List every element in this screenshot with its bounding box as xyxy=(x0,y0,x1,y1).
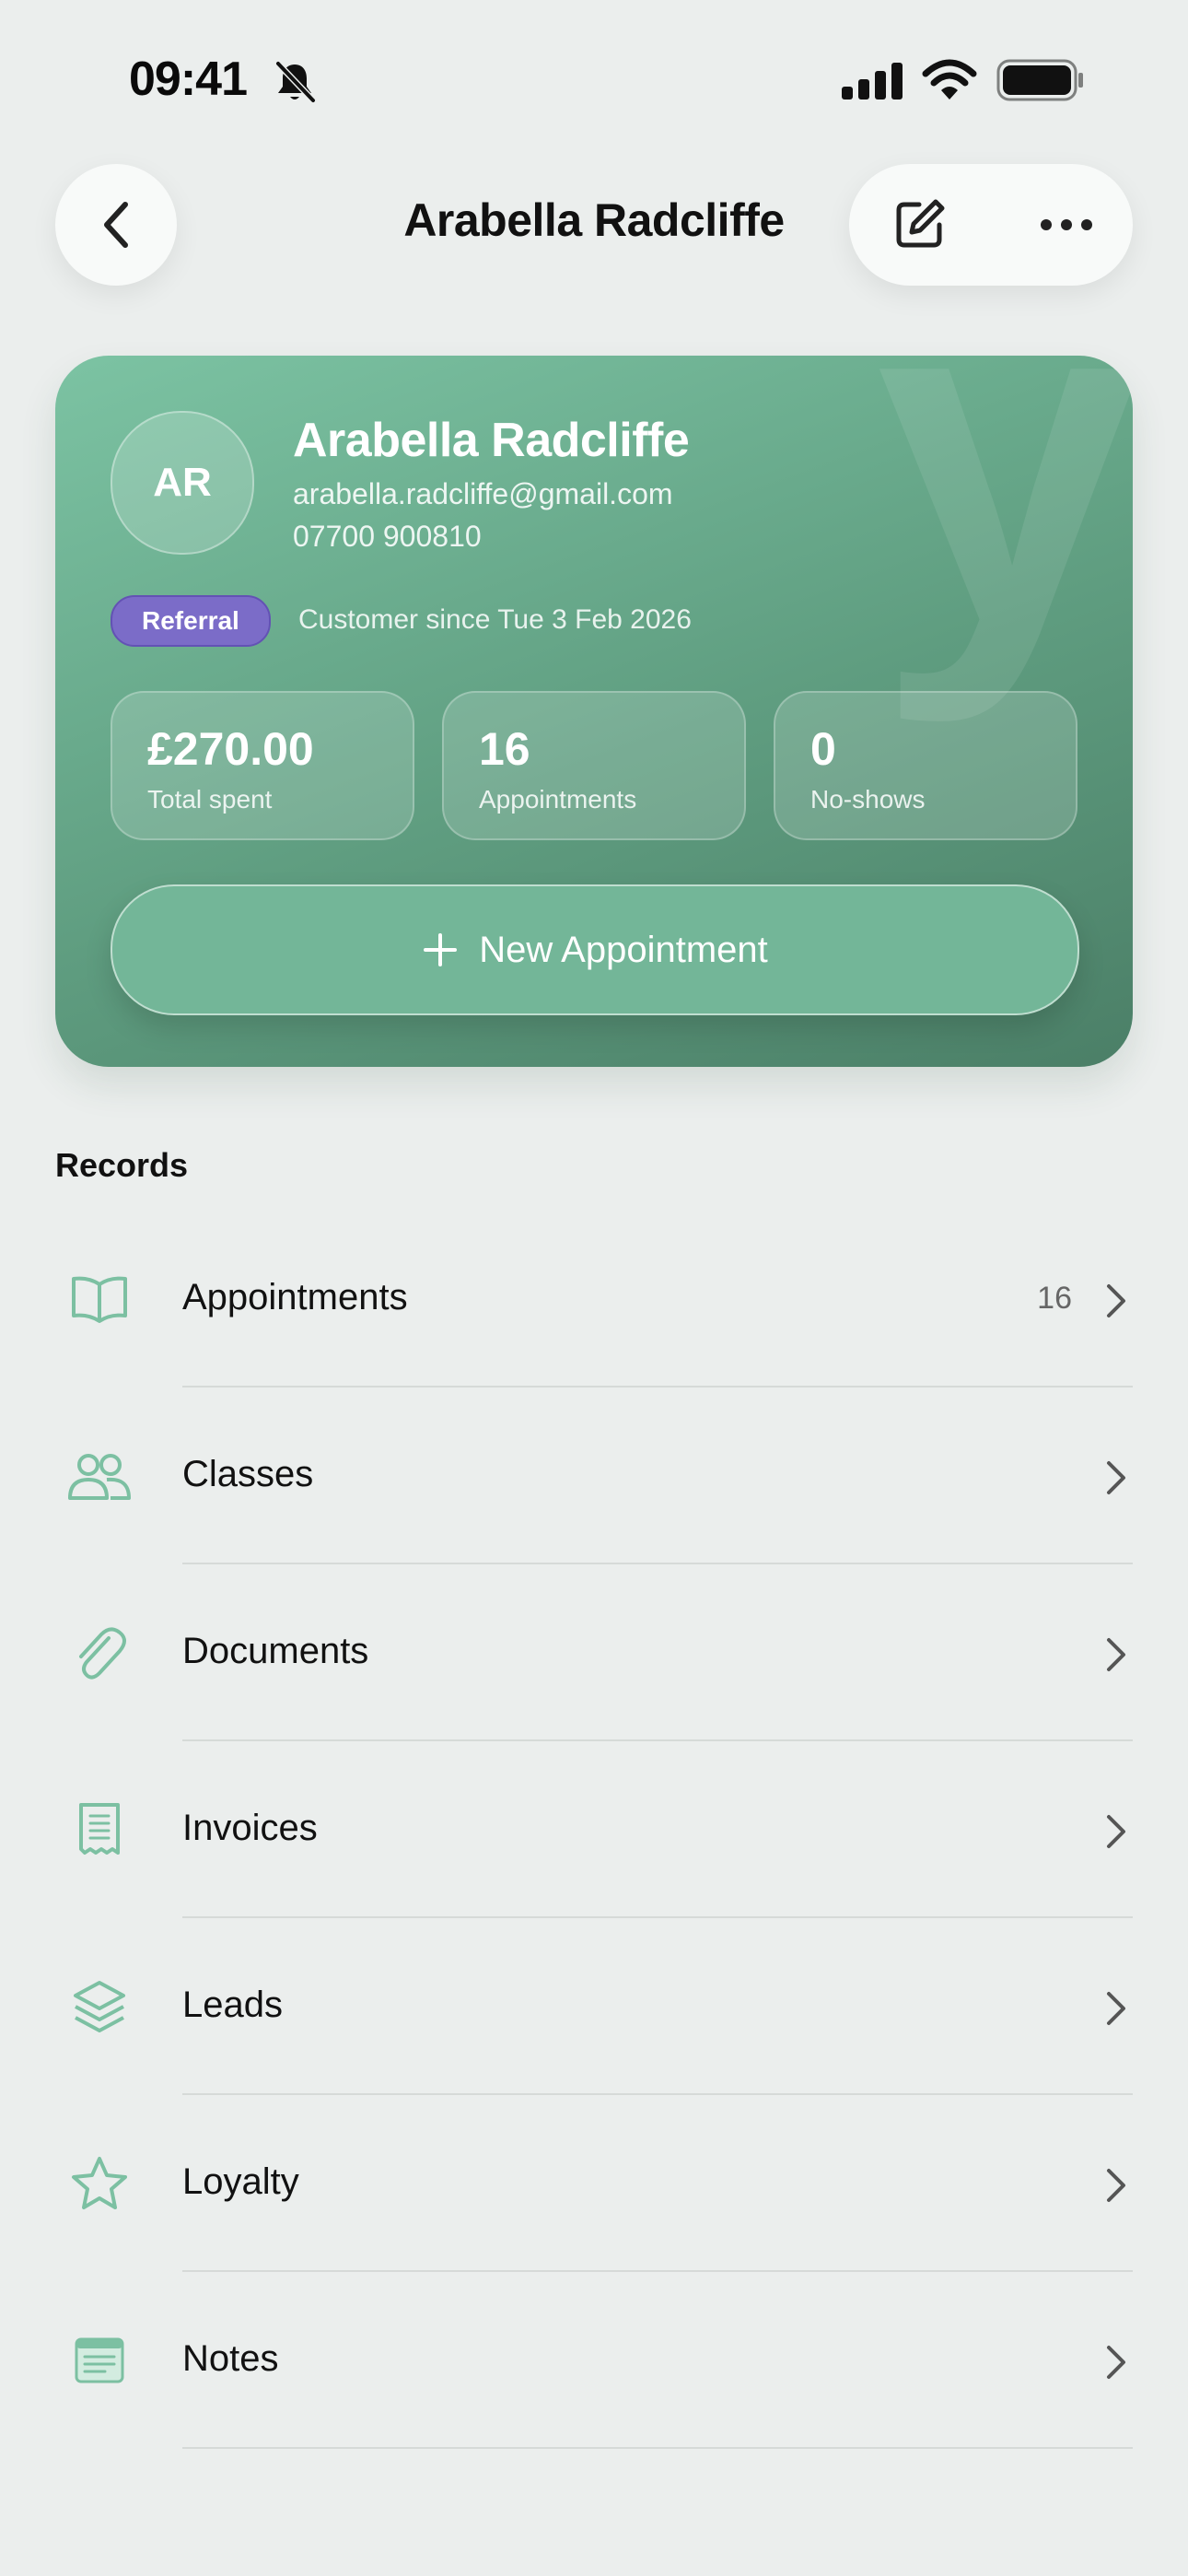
paperclip-icon xyxy=(66,1620,133,1686)
stat-value: 16 xyxy=(479,723,530,775)
star-icon xyxy=(66,2150,133,2217)
edit-button[interactable] xyxy=(886,192,952,258)
people-icon xyxy=(66,1443,133,1509)
receipt-icon xyxy=(66,1797,133,1863)
signal-icon xyxy=(842,63,903,100)
battery-icon xyxy=(996,59,1083,101)
record-row-invoices[interactable]: Invoices xyxy=(55,1741,1133,1918)
stat-value: 0 xyxy=(810,723,836,775)
chevron-right-icon xyxy=(1107,1815,1125,1848)
chevron-left-icon xyxy=(104,202,128,248)
ellipsis-icon xyxy=(1041,219,1092,230)
referral-badge: Referral xyxy=(111,595,271,647)
record-label: Leads xyxy=(182,1985,283,2025)
record-count: 16 xyxy=(1037,1281,1072,1316)
stat-value: £270.00 xyxy=(147,723,314,775)
bell-muted-icon xyxy=(275,61,316,103)
row-divider xyxy=(182,2447,1133,2449)
stat-label: Appointments xyxy=(479,785,637,814)
status-time: 09:41 xyxy=(129,53,248,106)
chevron-right-icon xyxy=(1107,1284,1125,1317)
note-icon xyxy=(66,2327,133,2394)
more-button[interactable] xyxy=(1033,192,1100,258)
record-row-leads[interactable]: Leads xyxy=(55,1918,1133,2095)
customer-card: y AR Arabella Radcliffe arabella.radclif… xyxy=(55,356,1133,1067)
record-label: Classes xyxy=(182,1454,314,1494)
customer-phone[interactable]: 07700 900810 xyxy=(293,520,482,554)
customer-since: Customer since Tue 3 Feb 2026 xyxy=(298,604,692,635)
stat-no-shows: 0 No-shows xyxy=(774,691,1077,840)
chevron-right-icon xyxy=(1107,1638,1125,1671)
chevron-right-icon xyxy=(1107,2169,1125,2202)
record-label: Notes xyxy=(182,2338,279,2379)
wifi-icon xyxy=(922,59,977,100)
customer-name: Arabella Radcliffe xyxy=(293,414,690,467)
record-label: Appointments xyxy=(182,1277,408,1317)
record-label: Loyalty xyxy=(182,2161,299,2202)
new-appointment-button[interactable]: New Appointment xyxy=(111,884,1079,1015)
record-row-classes[interactable]: Classes xyxy=(55,1388,1133,1564)
stat-label: No-shows xyxy=(810,785,926,814)
edit-icon xyxy=(896,199,945,248)
stat-total-spent: £270.00 Total spent xyxy=(111,691,414,840)
record-row-loyalty[interactable]: Loyalty xyxy=(55,2095,1133,2272)
card-watermark: y xyxy=(875,356,1133,724)
record-row-appointments[interactable]: Appointments 16 xyxy=(55,1211,1133,1388)
layers-icon xyxy=(66,1973,133,2040)
avatar-initials: AR xyxy=(153,460,212,505)
chevron-right-icon xyxy=(1107,1992,1125,2025)
record-row-notes[interactable]: Notes xyxy=(55,2272,1133,2449)
stat-label: Total spent xyxy=(147,785,273,814)
stat-appointments: 16 Appointments xyxy=(442,691,746,840)
new-appointment-label: New Appointment xyxy=(479,929,768,970)
chevron-right-icon xyxy=(1107,1461,1125,1494)
records-heading: Records xyxy=(55,1146,189,1184)
page-title: Arabella Radcliffe xyxy=(403,194,785,246)
plus-icon xyxy=(424,933,458,966)
customer-email[interactable]: arabella.radcliffe@gmail.com xyxy=(293,477,673,511)
chevron-right-icon xyxy=(1107,2346,1125,2379)
avatar: AR xyxy=(111,411,254,555)
record-row-documents[interactable]: Documents xyxy=(55,1564,1133,1741)
book-icon xyxy=(66,1266,133,1332)
nav-actions-group xyxy=(849,164,1133,286)
record-label: Documents xyxy=(182,1631,369,1671)
back-button[interactable] xyxy=(55,164,177,286)
record-label: Invoices xyxy=(182,1808,318,1848)
